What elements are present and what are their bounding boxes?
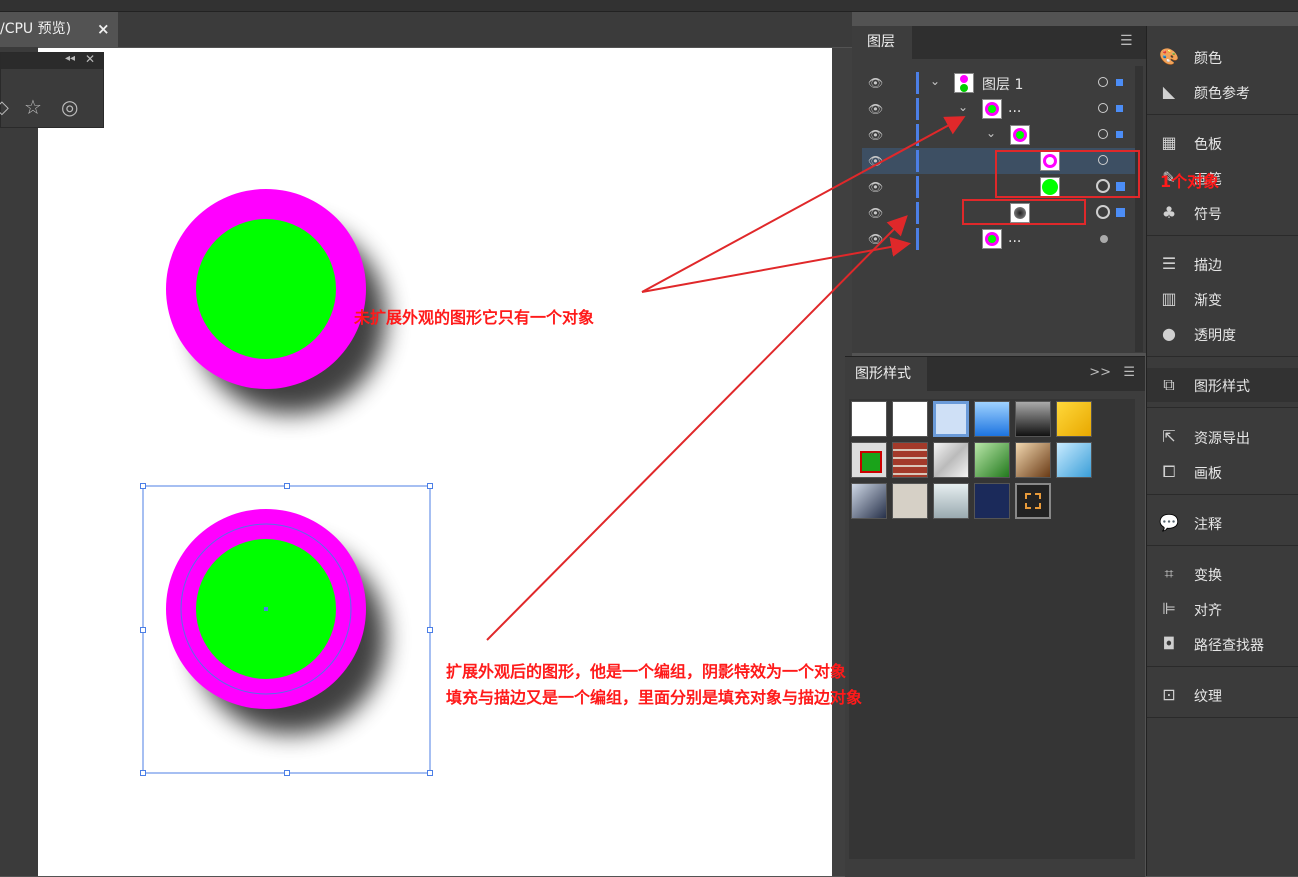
annotation-expanded-line1: 扩展外观后的图形，他是一个编组，阴影特效为一个对象 [446, 662, 847, 681]
annotation-one-object: 1个对象 [1160, 172, 1220, 191]
annotation-not-expanded: 未扩展外观的图形它只有一个对象 [354, 308, 595, 327]
annotation-arrows [486, 116, 966, 641]
annotation-expanded-line2: 填充与描边又是一个编组，里面分别是填充对象与描边对象 [446, 688, 863, 707]
